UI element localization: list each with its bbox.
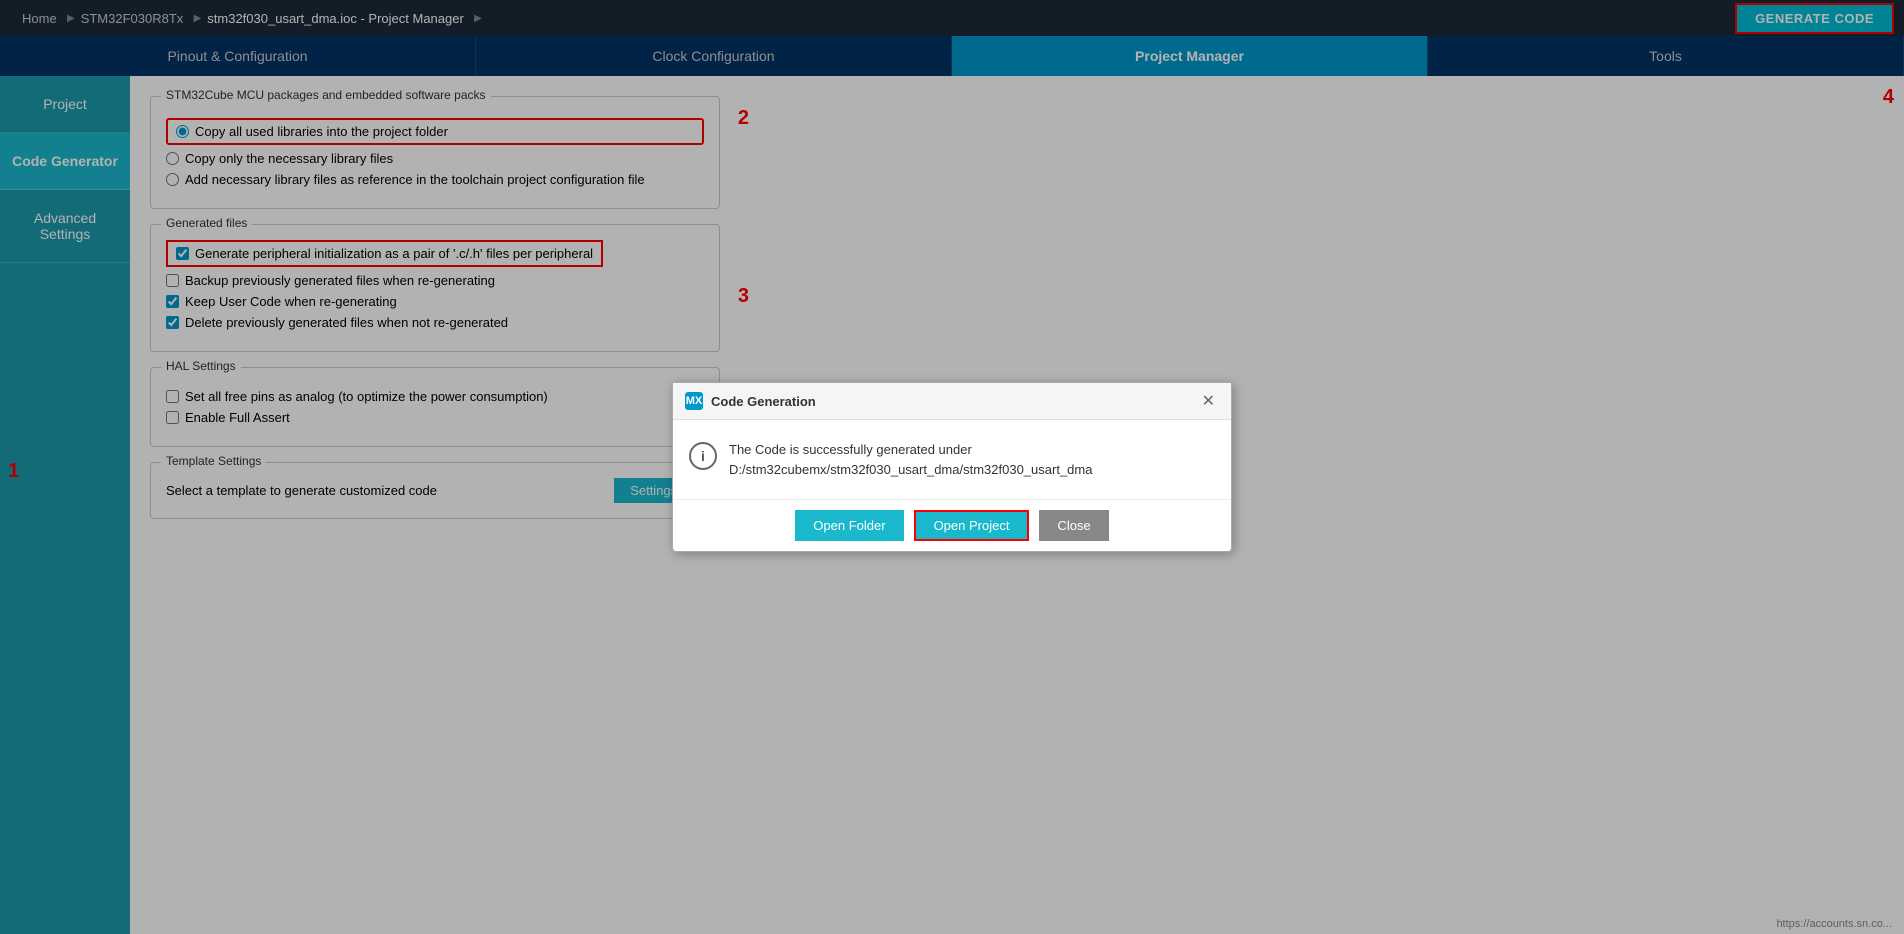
dialog-close-btn[interactable]: Close <box>1039 510 1108 541</box>
open-project-button[interactable]: Open Project <box>914 510 1030 541</box>
dialog-footer: Open Folder Open Project Close <box>673 499 1231 551</box>
open-folder-button[interactable]: Open Folder <box>795 510 903 541</box>
dialog-title-bar: MX Code Generation ✕ <box>673 383 1231 420</box>
dialog-title: Code Generation <box>711 394 1198 409</box>
dialog-mx-icon: MX <box>685 392 703 410</box>
dialog-close-button[interactable]: ✕ <box>1198 391 1219 411</box>
dialog-message: The Code is successfully generated under… <box>729 440 1215 479</box>
info-icon: i <box>689 442 717 470</box>
dialog-overlay: MX Code Generation ✕ i The Code is succe… <box>0 0 1904 934</box>
dialog-body: i The Code is successfully generated und… <box>673 420 1231 499</box>
code-generation-dialog: MX Code Generation ✕ i The Code is succe… <box>672 382 1232 552</box>
